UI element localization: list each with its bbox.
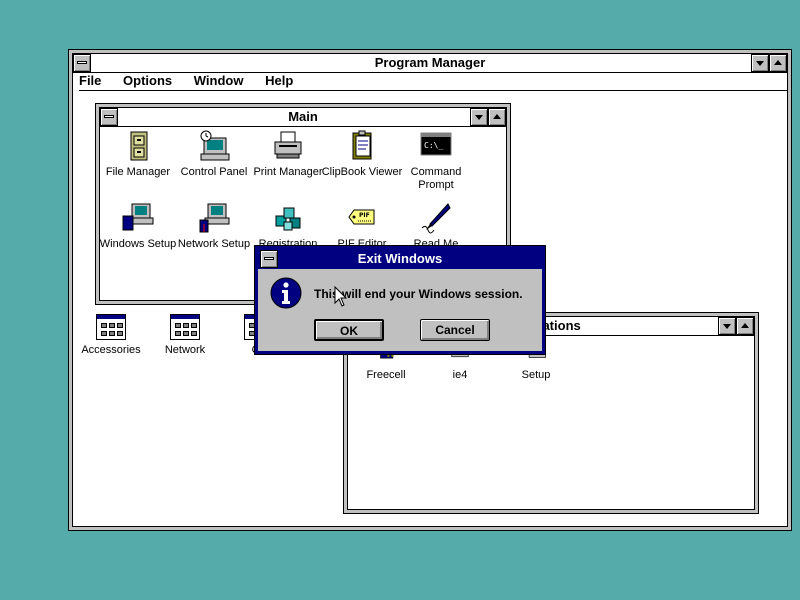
exit-dialog-titlebar[interactable]: Exit Windows bbox=[258, 249, 542, 269]
program-pif-editor[interactable]: PIF PIF Editor bbox=[320, 202, 404, 251]
program-network-setup[interactable]: Network Setup bbox=[172, 202, 256, 251]
program-label: Windows Setup bbox=[99, 238, 177, 250]
pif-tag-icon: PIF bbox=[348, 209, 375, 225]
registration-cubes-icon bbox=[275, 207, 301, 231]
program-manager-minimize-button[interactable] bbox=[751, 54, 769, 72]
cancel-button[interactable]: Cancel bbox=[420, 319, 490, 341]
program-manager-titlebar[interactable]: Program Manager bbox=[73, 54, 787, 73]
program-manager-title: Program Manager bbox=[374, 55, 486, 70]
app-label: Setup bbox=[521, 369, 551, 381]
ok-button[interactable]: OK bbox=[314, 319, 384, 341]
quill-pen-icon bbox=[421, 203, 451, 234]
program-registration[interactable]: Registration bbox=[246, 202, 330, 251]
terminal-icon: C:\_ bbox=[420, 132, 452, 156]
app-label: ie4 bbox=[452, 369, 468, 381]
printer-icon bbox=[274, 131, 302, 159]
main-control-menu-button[interactable] bbox=[100, 108, 118, 126]
main-titlebar[interactable]: Main bbox=[100, 108, 506, 127]
cancel-button-label: Cancel bbox=[435, 323, 475, 337]
program-clipbook-viewer[interactable]: ClipBook Viewer bbox=[320, 130, 404, 179]
information-icon bbox=[270, 277, 302, 309]
program-manager-maximize-button[interactable] bbox=[769, 54, 787, 72]
program-manager-control-menu-button[interactable] bbox=[73, 54, 91, 72]
program-print-manager[interactable]: Print Manager bbox=[246, 130, 330, 179]
file-cabinet-icon bbox=[130, 131, 148, 161]
main-title: Main bbox=[288, 109, 318, 124]
exit-dialog-title: Exit Windows bbox=[357, 251, 443, 266]
applications-minimize-button[interactable] bbox=[718, 317, 736, 335]
program-label: Print Manager bbox=[253, 166, 323, 178]
program-command-prompt[interactable]: C:\_ Command Prompt bbox=[394, 130, 478, 192]
menu-file[interactable]: File bbox=[79, 73, 101, 88]
program-label: Control Panel bbox=[180, 166, 248, 178]
program-windows-setup[interactable]: Windows Setup bbox=[96, 202, 180, 251]
program-label: File Manager bbox=[105, 166, 171, 178]
applications-maximize-button[interactable] bbox=[736, 317, 754, 335]
program-read-me[interactable]: Read Me bbox=[394, 202, 478, 251]
program-group-icon bbox=[170, 314, 200, 340]
menu-window[interactable]: Window bbox=[194, 73, 244, 88]
computer-setup-icon bbox=[122, 203, 154, 231]
program-group-icon bbox=[96, 314, 126, 340]
program-label: Command Prompt bbox=[410, 166, 462, 191]
program-label: Network Setup bbox=[177, 238, 251, 250]
program-file-manager[interactable]: File Manager bbox=[96, 130, 180, 179]
ok-button-label: OK bbox=[340, 324, 358, 338]
program-manager-menubar: File Options Window Help bbox=[79, 72, 787, 91]
app-label: Freecell bbox=[366, 369, 406, 381]
main-maximize-button[interactable] bbox=[488, 108, 506, 126]
program-label: ClipBook Viewer bbox=[321, 166, 403, 178]
group-label: Accessories bbox=[81, 344, 141, 356]
computer-clock-icon bbox=[200, 130, 230, 161]
menu-help[interactable]: Help bbox=[265, 73, 293, 88]
group-icon-accessories[interactable]: Accessories bbox=[69, 314, 153, 357]
menu-options[interactable]: Options bbox=[123, 73, 172, 88]
svg-text:C:\_: C:\_ bbox=[424, 141, 443, 150]
main-minimize-button[interactable] bbox=[470, 108, 488, 126]
group-label: Network bbox=[164, 344, 206, 356]
exit-windows-dialog: Exit Windows This will end your Windows … bbox=[254, 245, 546, 355]
network-computer-icon bbox=[199, 203, 230, 233]
mouse-pointer-icon bbox=[334, 286, 348, 307]
exit-dialog-control-menu-button[interactable] bbox=[260, 250, 278, 268]
clipbook-icon bbox=[352, 130, 372, 160]
svg-text:PIF: PIF bbox=[359, 212, 370, 219]
group-icon-network[interactable]: Network bbox=[143, 314, 227, 357]
program-control-panel[interactable]: Control Panel bbox=[172, 130, 256, 179]
